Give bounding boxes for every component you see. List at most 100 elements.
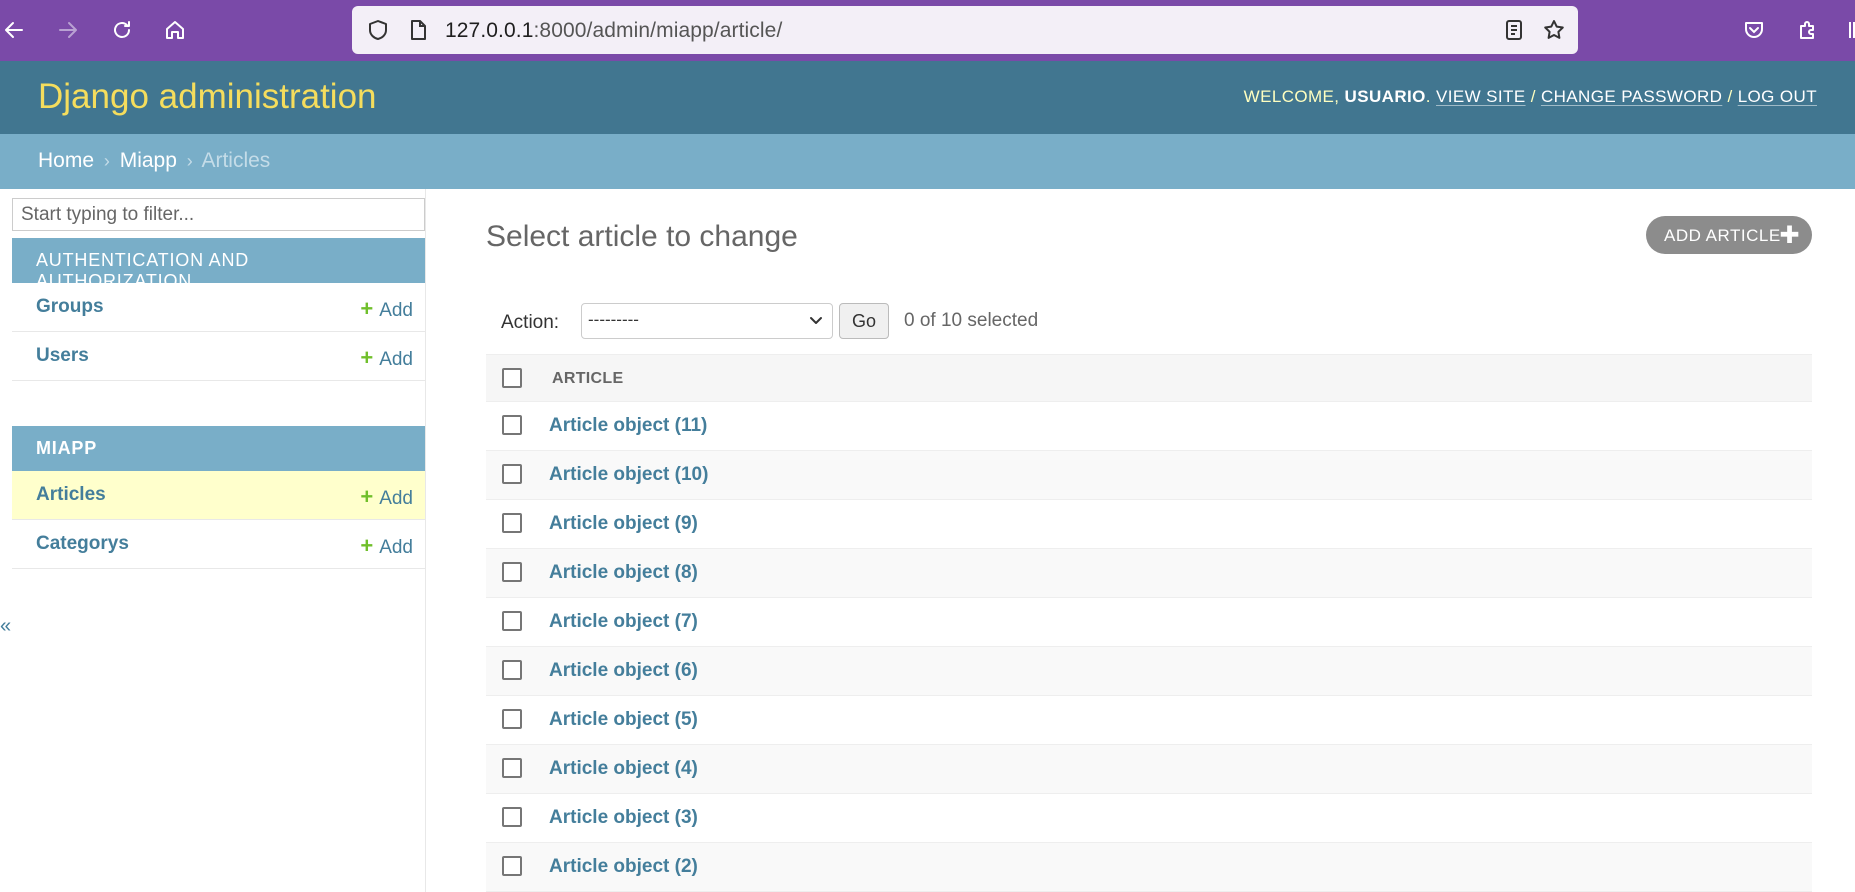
url-text[interactable]: 127.0.0.1:8000/admin/miapp/article/ bbox=[445, 19, 782, 43]
bookmark-star-icon[interactable] bbox=[1542, 18, 1566, 42]
row-checkbox[interactable] bbox=[502, 611, 522, 631]
row-checkbox[interactable] bbox=[502, 513, 522, 533]
auth-module-caption[interactable]: AUTHENTICATION AND AUTHORIZATION bbox=[12, 238, 425, 291]
user-tools: WELCOME, USUARIO. VIEW SITE / CHANGE PAS… bbox=[1243, 87, 1817, 106]
change-password-link[interactable]: CHANGE PASSWORD bbox=[1541, 87, 1722, 106]
arrow-left-icon bbox=[5, 22, 23, 38]
table-row: Article object (7) bbox=[486, 598, 1812, 647]
pocket-button[interactable] bbox=[1738, 14, 1770, 46]
article-link[interactable]: Article object (2) bbox=[549, 856, 698, 878]
table-row: Article object (3) bbox=[486, 794, 1812, 843]
article-link[interactable]: Article object (6) bbox=[549, 660, 698, 682]
sidebar-item-users: Users + Add bbox=[12, 332, 425, 381]
admin-header: Django administration WELCOME, USUARIO. … bbox=[0, 61, 1855, 134]
article-link[interactable]: Article object (7) bbox=[549, 611, 698, 633]
select-all-checkbox[interactable] bbox=[502, 368, 522, 388]
miapp-module-caption[interactable]: MIAPP bbox=[12, 426, 425, 471]
row-checkbox[interactable] bbox=[502, 856, 522, 876]
action-label: Action: bbox=[501, 312, 560, 333]
table-row: Article object (11) bbox=[486, 402, 1812, 451]
table-row: Article object (8) bbox=[486, 549, 1812, 598]
row-checkbox[interactable] bbox=[502, 758, 522, 778]
table-row: Article object (10) bbox=[486, 451, 1812, 500]
reload-button[interactable] bbox=[106, 14, 138, 46]
sidebar-item-articles: Articles + Add bbox=[12, 471, 425, 520]
sidebar-item-groups: Groups + Add bbox=[12, 283, 425, 332]
table-row: Article object (2) bbox=[486, 843, 1812, 892]
page-title: Select article to change bbox=[486, 220, 798, 253]
username: USUARIO bbox=[1344, 87, 1426, 106]
menu-icon bbox=[1849, 22, 1855, 38]
sidebar-item-label[interactable]: Users bbox=[36, 345, 89, 367]
table-row: Article object (4) bbox=[486, 745, 1812, 794]
breadcrumb-current: Articles bbox=[201, 149, 271, 172]
plus-icon: + bbox=[360, 345, 374, 370]
table-header: ARTICLE bbox=[486, 354, 1812, 402]
view-site-link[interactable]: VIEW SITE bbox=[1436, 87, 1526, 106]
row-checkbox[interactable] bbox=[502, 807, 522, 827]
row-checkbox[interactable] bbox=[502, 660, 522, 680]
plus-icon: + bbox=[360, 296, 374, 321]
reload-icon bbox=[114, 21, 130, 38]
action-select[interactable]: --------- bbox=[581, 303, 833, 339]
plus-icon: ✚ bbox=[1779, 222, 1800, 249]
browser-toolbar: 127.0.0.1:8000/admin/miapp/article/ bbox=[0, 0, 1855, 61]
article-link[interactable]: Article object (3) bbox=[549, 807, 698, 829]
table-row: Article object (9) bbox=[486, 500, 1812, 549]
plus-icon: + bbox=[360, 533, 374, 558]
breadcrumb: Home › Miapp › Articles bbox=[0, 134, 1855, 189]
article-link[interactable]: Article object (11) bbox=[549, 415, 707, 437]
site-branding[interactable]: Django administration bbox=[38, 77, 377, 117]
chevron-down-icon bbox=[810, 317, 822, 324]
add-article-link[interactable]: + Add bbox=[360, 484, 413, 510]
action-select-value: --------- bbox=[588, 310, 639, 329]
add-article-button[interactable]: ADD ARTICLE ✚ bbox=[1646, 216, 1812, 254]
add-group-link[interactable]: + Add bbox=[360, 296, 413, 322]
article-link[interactable]: Article object (8) bbox=[549, 562, 698, 584]
selection-counter: 0 of 10 selected bbox=[904, 310, 1039, 331]
log-out-link[interactable]: LOG OUT bbox=[1738, 87, 1817, 106]
article-link[interactable]: Article object (4) bbox=[549, 758, 698, 780]
page-icon[interactable] bbox=[406, 18, 430, 42]
breadcrumb-home[interactable]: Home bbox=[38, 149, 94, 172]
add-user-link[interactable]: + Add bbox=[360, 345, 413, 371]
reader-view-icon[interactable] bbox=[1502, 18, 1526, 42]
nav-sidebar: AUTHENTICATION AND AUTHORIZATION Groups … bbox=[12, 189, 426, 892]
sidebar-item-label[interactable]: Articles bbox=[36, 484, 106, 506]
sidebar-item-label[interactable]: Groups bbox=[36, 296, 104, 318]
article-link[interactable]: Article object (10) bbox=[549, 464, 708, 486]
home-icon bbox=[166, 21, 184, 39]
add-article-label: ADD ARTICLE bbox=[1664, 226, 1781, 245]
row-checkbox[interactable] bbox=[502, 709, 522, 729]
breadcrumb-app[interactable]: Miapp bbox=[120, 149, 177, 172]
go-button[interactable]: Go bbox=[839, 303, 889, 339]
row-checkbox[interactable] bbox=[502, 415, 522, 435]
arrow-right-icon bbox=[59, 22, 77, 38]
plus-icon: + bbox=[360, 484, 374, 509]
actions-bar: Action: --------- Go 0 of 10 selected bbox=[486, 302, 1812, 354]
column-header-article[interactable]: ARTICLE bbox=[552, 370, 623, 388]
puzzle-icon bbox=[1800, 21, 1814, 39]
row-checkbox[interactable] bbox=[502, 464, 522, 484]
article-link[interactable]: Article object (9) bbox=[549, 513, 698, 535]
nav-filter-input[interactable] bbox=[12, 198, 425, 231]
add-category-link[interactable]: + Add bbox=[360, 533, 413, 559]
sidebar-toggle-icon[interactable]: « bbox=[0, 615, 11, 638]
article-link[interactable]: Article object (5) bbox=[549, 709, 698, 731]
back-button[interactable] bbox=[0, 14, 30, 46]
shield-icon[interactable] bbox=[366, 18, 390, 42]
table-row: Article object (6) bbox=[486, 647, 1812, 696]
address-bar[interactable]: 127.0.0.1:8000/admin/miapp/article/ bbox=[352, 6, 1578, 54]
extensions-button[interactable] bbox=[1792, 14, 1824, 46]
overflow-button[interactable] bbox=[1840, 14, 1855, 46]
sidebar-item-categorys: Categorys + Add bbox=[12, 520, 425, 569]
forward-button[interactable] bbox=[52, 14, 84, 46]
home-button[interactable] bbox=[159, 14, 191, 46]
row-checkbox[interactable] bbox=[502, 562, 522, 582]
sidebar-item-label[interactable]: Categorys bbox=[36, 533, 129, 555]
breadcrumb-separator: › bbox=[186, 151, 193, 171]
welcome-text: WELCOME, bbox=[1243, 87, 1340, 106]
separator: / bbox=[1727, 87, 1733, 106]
separator: / bbox=[1530, 87, 1536, 106]
pocket-icon bbox=[1745, 22, 1763, 38]
